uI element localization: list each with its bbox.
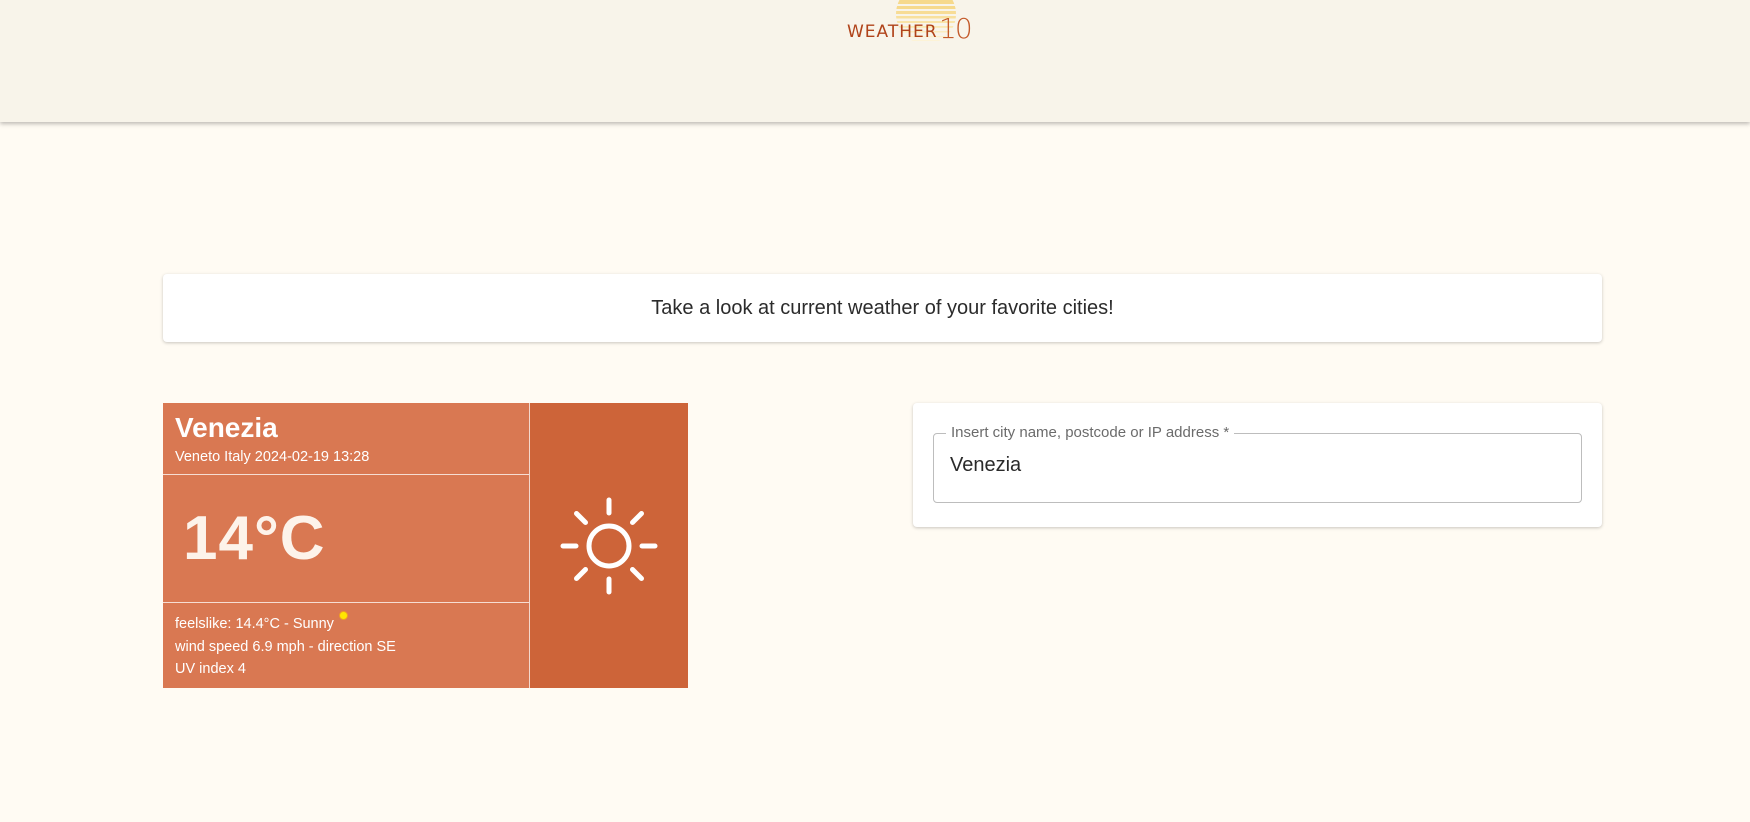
conditions-section: feelslike: 14.4°C - Sunny wind speed 6.9…	[163, 603, 529, 688]
condition-small-sun-icon	[340, 612, 347, 619]
app-logo[interactable]: WEATHER 10	[845, 0, 975, 56]
search-panel: Insert city name, postcode or IP address…	[913, 403, 1602, 527]
uv-text: UV index 4	[175, 661, 246, 677]
city-search-field[interactable]: Insert city name, postcode or IP address…	[933, 424, 1582, 503]
welcome-banner: Take a look at current weather of your f…	[163, 274, 1602, 342]
weather-icon-panel	[529, 403, 688, 688]
city-search-label: Insert city name, postcode or IP address…	[946, 424, 1235, 442]
app-header: WEATHER 10	[0, 0, 1750, 122]
temperature-section: 14°C	[163, 475, 529, 603]
banner-text: Take a look at current weather of your f…	[651, 296, 1114, 319]
city-name: Venezia	[175, 412, 278, 443]
logo-text: WEATHER	[847, 22, 938, 42]
location-section: Venezia Veneto Italy 2024-02-19 13:28	[163, 403, 529, 475]
city-search-input[interactable]	[950, 454, 1550, 477]
sun-icon	[560, 497, 658, 594]
region-datetime: Veneto Italy 2024-02-19 13:28	[175, 449, 370, 465]
logo-number: 10	[939, 12, 973, 45]
wind-text: wind speed 6.9 mph - direction SE	[175, 638, 396, 655]
weather-details-panel: Venezia Veneto Italy 2024-02-19 13:28 14…	[163, 403, 529, 688]
temperature-value: 14°C	[183, 504, 326, 573]
weather-card: Venezia Veneto Italy 2024-02-19 13:28 14…	[163, 403, 688, 688]
